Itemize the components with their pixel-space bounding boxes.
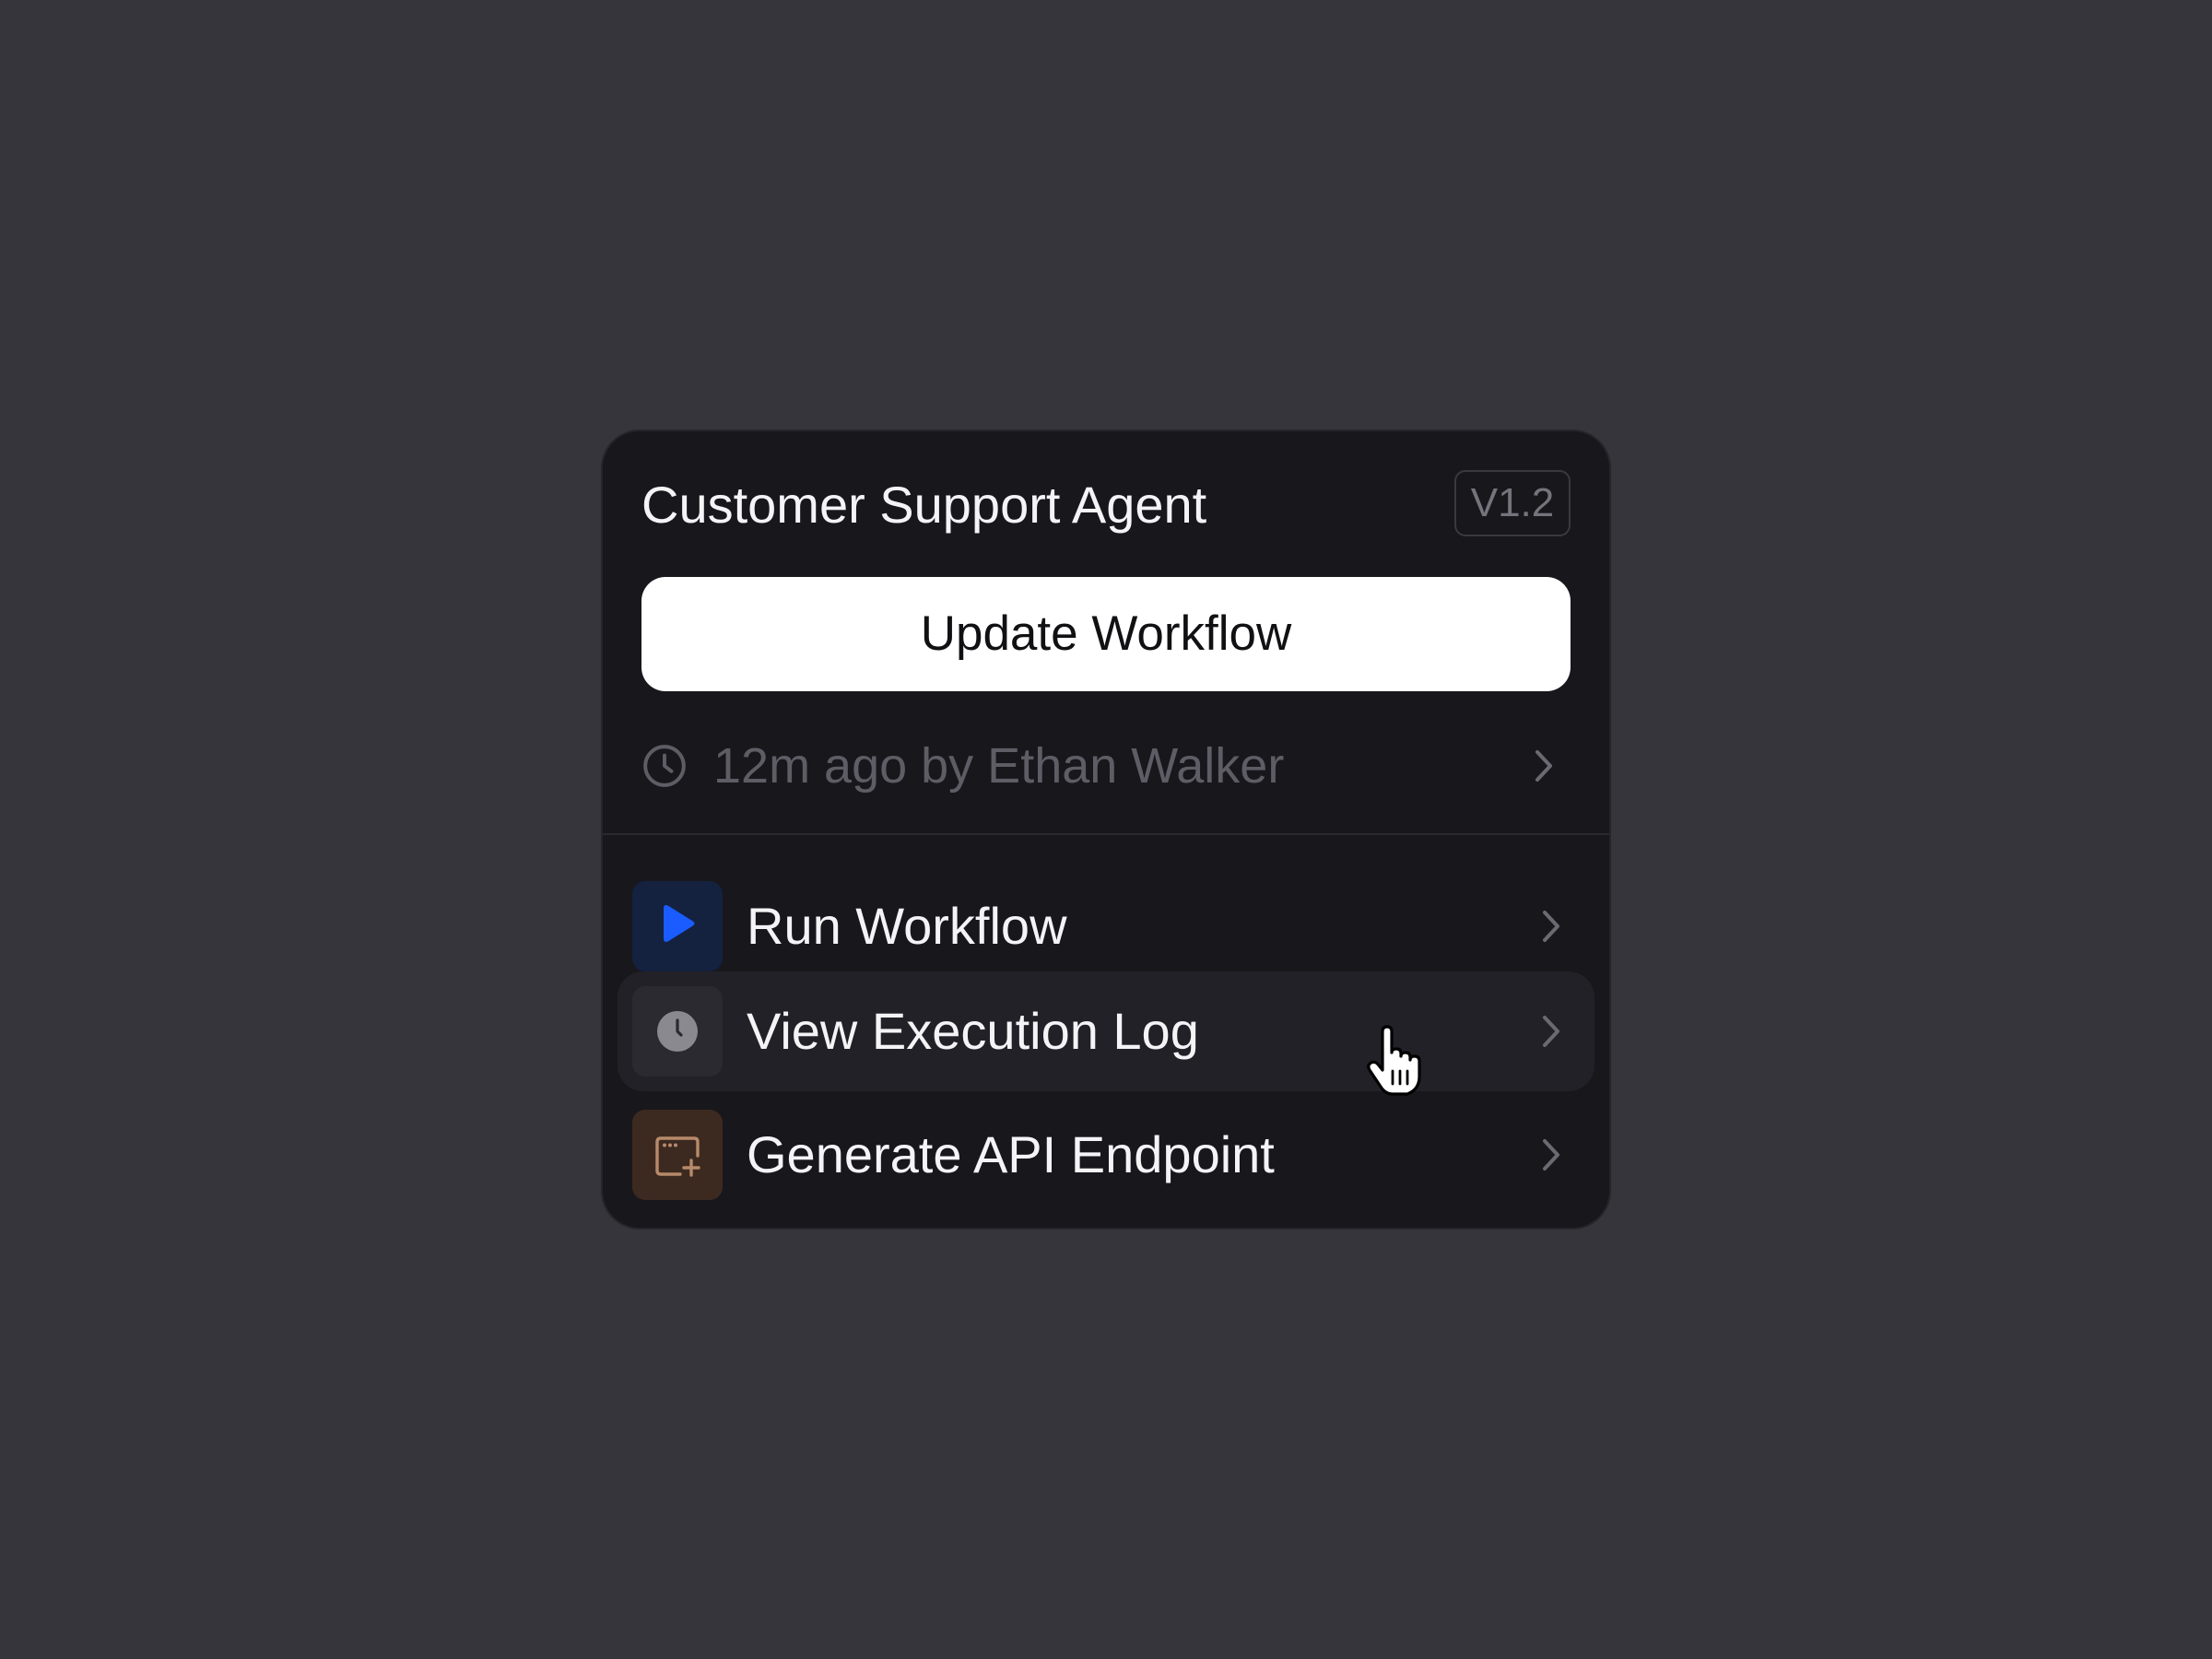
menu-item-label: Run Workflow	[747, 897, 1067, 955]
card-header: Customer Support Agent V1.2	[641, 470, 1571, 538]
chevron-right-icon	[1535, 750, 1552, 782]
hand-pointer-cursor-icon	[1367, 1025, 1421, 1096]
clock-icon	[643, 745, 686, 787]
history-text: 12m ago by Ethan Walker	[713, 738, 1285, 794]
screen: Customer Support Agent V1.2 Update Workf…	[0, 0, 2212, 1659]
run-icon-box	[632, 881, 723, 971]
workflow-card: Customer Support Agent V1.2 Update Workf…	[601, 429, 1611, 1230]
chevron-right-icon	[1543, 1139, 1559, 1171]
menu-item-generate-api-endpoint[interactable]: Generate API Endpoint	[618, 1095, 1594, 1215]
divider	[603, 833, 1609, 835]
version-badge: V1.2	[1454, 470, 1571, 536]
chevron-right-icon	[1543, 1016, 1559, 1047]
menu-item-run-workflow[interactable]: Run Workflow	[618, 866, 1594, 986]
api-icon-box	[632, 1110, 723, 1200]
version-history-row[interactable]: 12m ago by Ethan Walker	[641, 728, 1571, 804]
menu-item-label: Generate API Endpoint	[747, 1125, 1275, 1183]
menu-item-view-execution-log[interactable]: View Execution Log	[618, 971, 1594, 1091]
play-icon	[664, 905, 695, 942]
window-sparkle-icon	[655, 1136, 700, 1177]
menu-item-label: View Execution Log	[747, 1002, 1199, 1060]
log-icon-box	[632, 986, 723, 1077]
card-title: Customer Support Agent	[641, 476, 1207, 534]
chevron-right-icon	[1543, 911, 1559, 942]
clock-filled-icon	[657, 1011, 698, 1052]
update-workflow-button[interactable]: Update Workflow	[641, 577, 1571, 691]
